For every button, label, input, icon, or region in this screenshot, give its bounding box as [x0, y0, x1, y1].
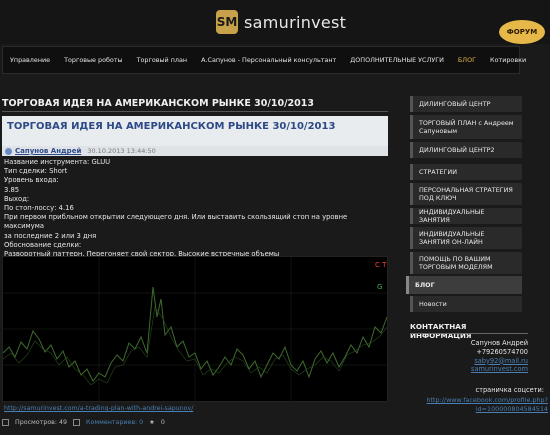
sidebar-item-dealing-center[interactable]: ДИЛИНГОВЫЙ ЦЕНТР	[410, 96, 522, 112]
sidebar-item-personal-strategy[interactable]: ПЕРСОНАЛЬНАЯ СТРАТЕГИЯ ПОД КЛЮЧ	[410, 183, 522, 205]
nav-item-trading-robots[interactable]: Торговые роботы	[57, 56, 130, 64]
article-meta: Сапунов Андрей 30.10.2013 13:44:50	[2, 146, 388, 156]
sidebar-item-blog[interactable]: БЛОГ	[406, 276, 522, 294]
nav-item-quotes[interactable]: Котировки	[483, 56, 533, 64]
price-chart: C T G	[3, 257, 387, 401]
comments-link[interactable]: Комментариев: 0	[86, 419, 143, 426]
contact-email-link[interactable]: saby92@mail.ru	[410, 357, 528, 366]
contact-heading: КОНТАКТНАЯ ИНФОРМАЦИЯ	[410, 322, 472, 340]
site-logo[interactable]: SM samurinvest	[216, 10, 346, 34]
sidebar-item-news[interactable]: Новости	[410, 296, 522, 312]
site-header: SM samurinvest ФОРУМ	[0, 0, 550, 44]
post-date: 30.10.2013 13:44:50	[87, 147, 156, 155]
article-header: ТОРГОВАЯ ИДЕЯ НА АМЕРИКАНСКОМ РЫНКЕ 30/1…	[2, 116, 388, 146]
sidebar: ДИЛИНГОВЫЙ ЦЕНТР ТОРГОВЫЙ ПЛАН с Андреем…	[402, 96, 550, 435]
text-line: Тип сделки: Short	[4, 167, 68, 176]
title-divider	[2, 111, 388, 112]
contact-site-link[interactable]: samurinvest.com	[410, 365, 528, 374]
page-title: ТОРГОВАЯ ИДЕЯ НА АМЕРИКАНСКОМ РЫНКЕ 30/1…	[2, 98, 314, 109]
contact-name: Сапунов Андрей	[470, 339, 528, 347]
star-icon: ★	[149, 419, 155, 426]
main-content: ТОРГОВАЯ ИДЕЯ НА АМЕРИКАНСКОМ РЫНКЕ 30/1…	[0, 92, 390, 435]
contact-phone: +79260574700	[476, 347, 528, 356]
text-line: Обоснование сделки:	[4, 240, 82, 249]
contact-divider	[410, 333, 528, 334]
text-line: По стоп-лоссу: 4.16	[4, 204, 74, 213]
text-line: Название инструмента: GLUU	[4, 158, 111, 166]
contact-info: Сапунов Андрей +79260574700 saby92@mail.…	[410, 339, 528, 374]
article-body: Название инструмента: GLUU Тип сделки: S…	[4, 158, 388, 259]
article-title[interactable]: ТОРГОВАЯ ИДЕЯ НА АМЕРИКАНСКОМ РЫНКЕ 30/1…	[7, 121, 335, 132]
social-link-line-1[interactable]: http://www.facebook.com/profile.php?	[402, 396, 549, 405]
text-line: за последние 2 или 3 дня	[4, 231, 97, 240]
logo-text: samurinvest	[244, 12, 347, 32]
comments-count[interactable]: Комментариев: 0	[86, 419, 143, 426]
chart-grid	[3, 257, 387, 401]
sidebar-item-model-help[interactable]: ПОМОЩЬ ПО ВАШИМ ТОРГОВЫМ МОДЕЛЯМ	[410, 252, 522, 274]
rating-value: 0	[160, 419, 165, 426]
sidebar-item-trading-plan[interactable]: ТОРГОВЫЙ ПЛАН с Андреем Сапуновым	[410, 115, 522, 139]
social-profile-link[interactable]: http://www.facebook.com/profile.php? id=…	[402, 396, 549, 414]
sidebar-item-strategies[interactable]: СТРАТЕГИИ	[410, 164, 522, 180]
text-line: При первом прибльном открытии следующего…	[4, 213, 348, 231]
chart-mark-second: G	[377, 283, 382, 291]
logo-mark-icon: SM	[216, 10, 238, 34]
views-icon	[2, 419, 9, 426]
text-line: Уровень входа:	[4, 176, 59, 185]
text-line: 3.85	[4, 185, 20, 194]
forum-button[interactable]: ФОРУМ	[499, 20, 545, 44]
social-link-line-2[interactable]: id=100000804584514	[402, 405, 548, 414]
nav-item-additional-services[interactable]: ДОПОЛНИТЕЛЬНЫЕ УСЛУГИ	[343, 56, 451, 64]
source-link[interactable]: http://samurinvest.com/a-trading-plan-wi…	[4, 405, 193, 412]
sidebar-item-dealing-center-2[interactable]: ДИЛИНГОВЫЙ ЦЕНТР2	[410, 142, 522, 158]
user-icon	[5, 147, 12, 155]
comments-icon	[73, 419, 81, 426]
social-label: страничка соцсети:	[475, 386, 544, 394]
sidebar-item-online-lessons[interactable]: ИНДИВИДУАЛЬНЫЕ ЗАНЯТИЯ ОН-ЛАЙН	[410, 227, 522, 249]
nav-item-blog[interactable]: БЛОГ	[451, 56, 483, 64]
chart-mark-top: C T	[375, 261, 387, 269]
post-stats: Просмотров: 49 Комментариев: 0 ★ 0	[2, 419, 171, 426]
nav-item-trading-plan[interactable]: Торговый план	[130, 56, 195, 64]
text-line: Выход:	[4, 194, 30, 203]
nav-item-personal-consultant[interactable]: А.Сапунов - Персональный консультант	[194, 56, 343, 64]
price-chart-image: C T G	[2, 256, 388, 402]
author-link[interactable]: Сапунов Андрей	[15, 147, 81, 155]
main-nav: Управление Торговые роботы Торговый план…	[2, 46, 526, 74]
views-count: Просмотров: 49	[15, 419, 68, 426]
nav-item-management[interactable]: Управление	[3, 56, 57, 64]
sidebar-item-individual-lessons[interactable]: ИНДИВИДУАЛЬНЫЕ ЗАНЯТИЯ	[410, 208, 522, 224]
